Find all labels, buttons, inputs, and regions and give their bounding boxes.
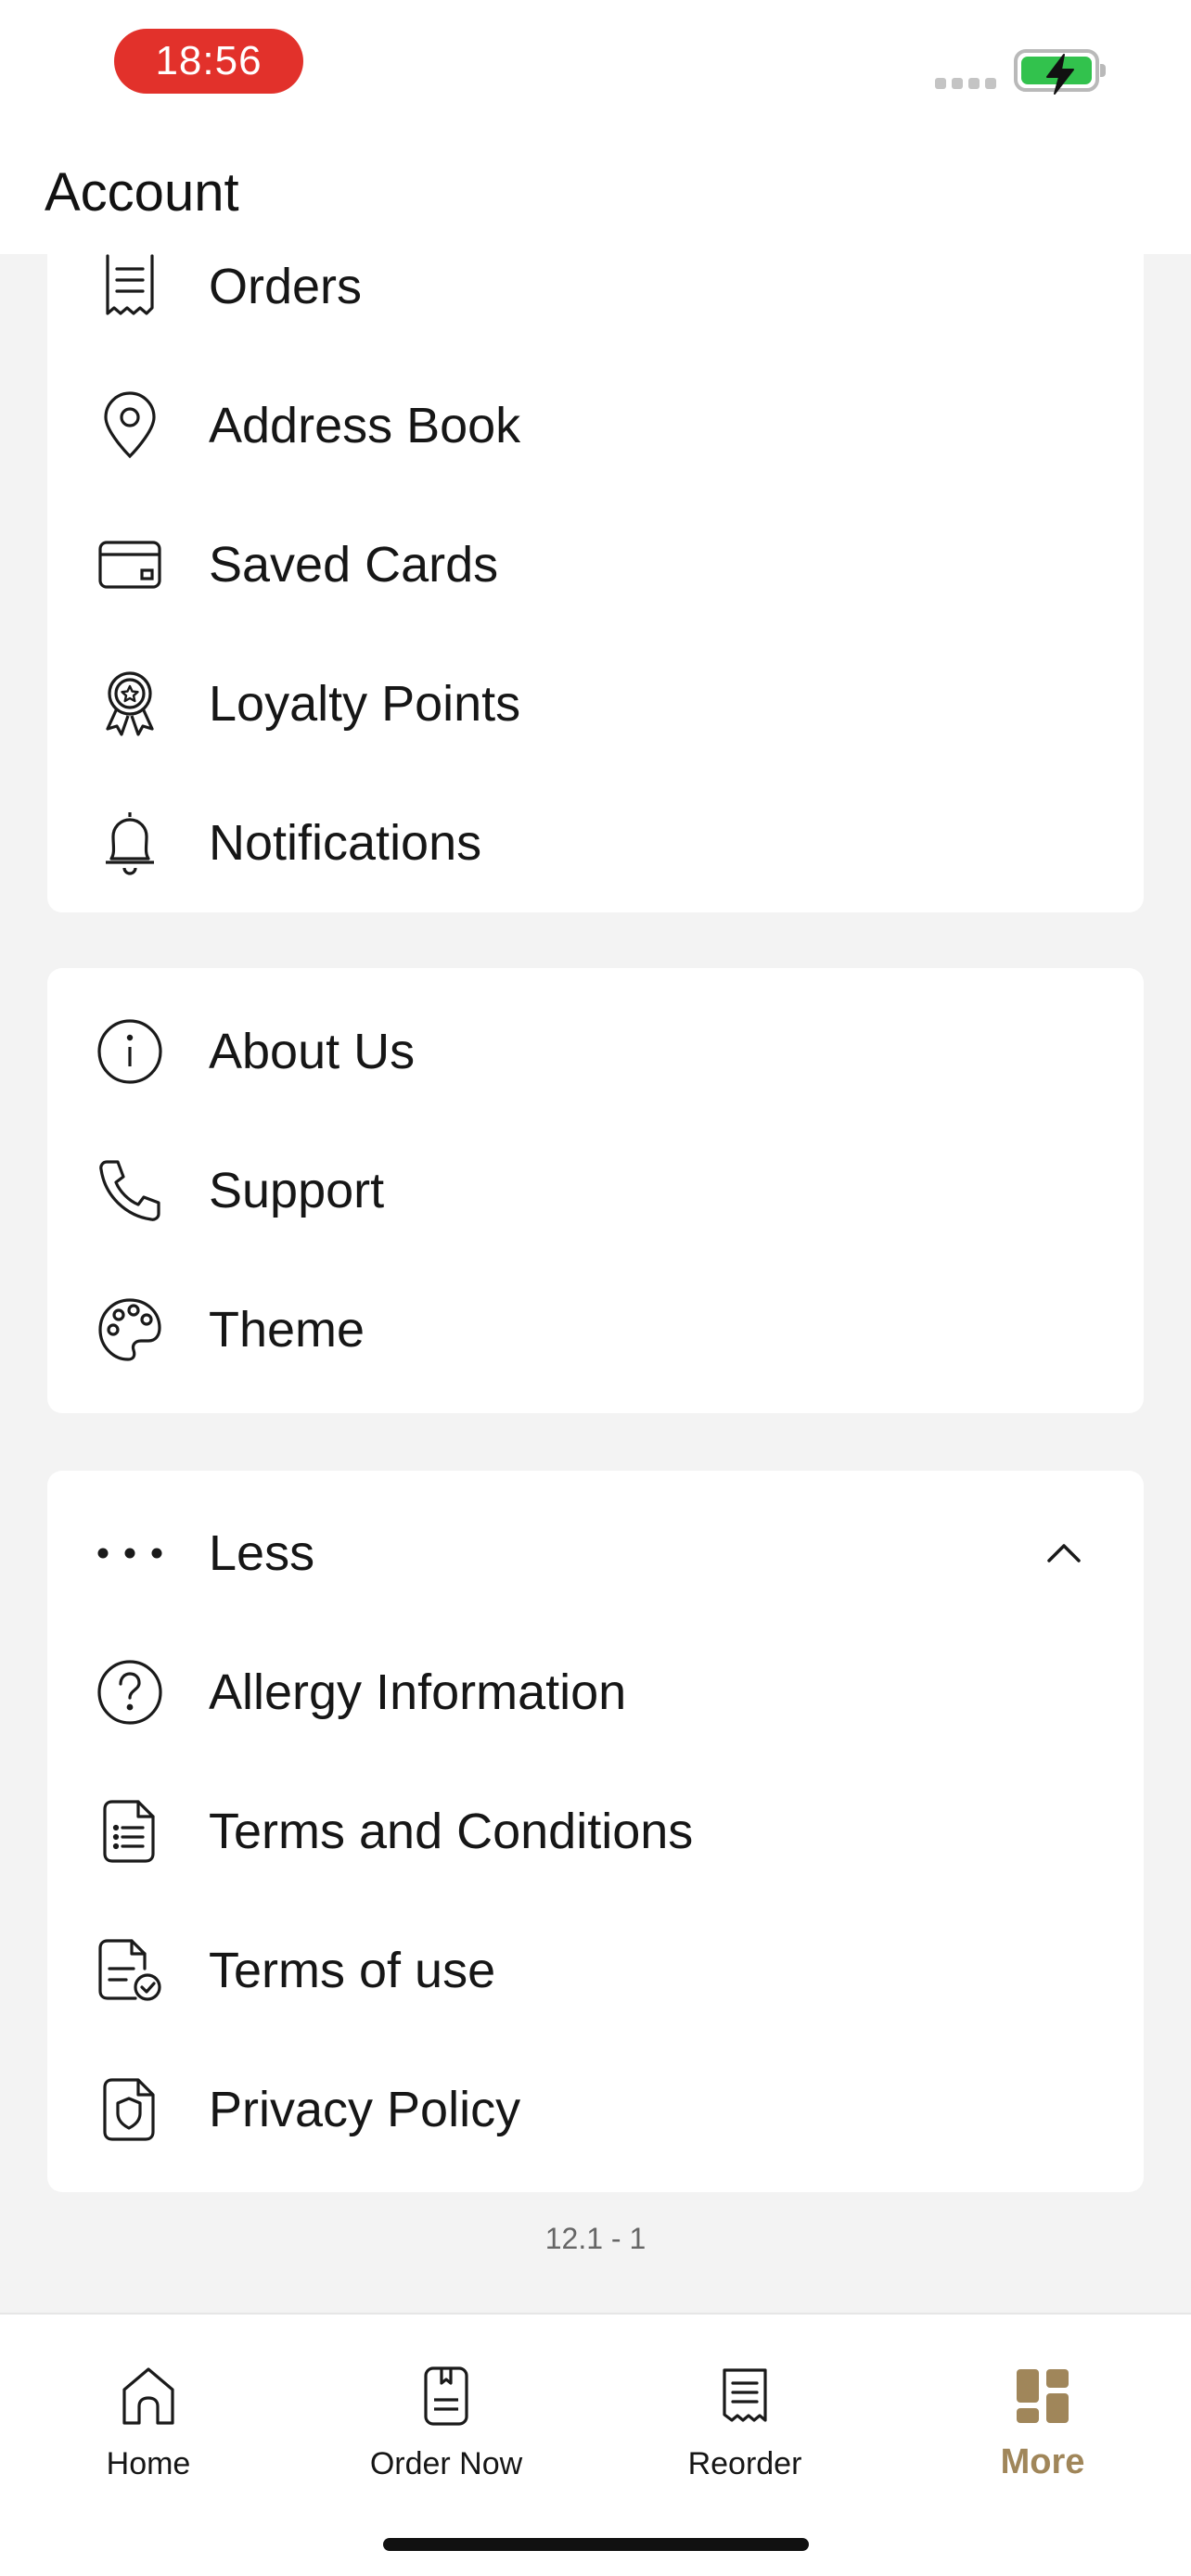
page-title: Account [45, 162, 239, 223]
order-menu-icon [326, 2359, 567, 2433]
tab-label: More [1000, 2442, 1085, 2481]
menu-item-label: Address Book [209, 398, 521, 453]
menu-item-theme[interactable]: Theme [47, 1260, 1144, 1399]
account-menu-list[interactable]: Orders Address Book Saved Cards Loyalty … [0, 254, 1191, 2313]
menu-item-less-toggle[interactable]: Less [47, 1484, 1144, 1623]
status-bar: 18:56 [0, 0, 1191, 139]
tab-more[interactable]: More [922, 2359, 1163, 2498]
tab-label: Reorder [687, 2446, 802, 2481]
chevron-up-icon [1044, 1533, 1084, 1574]
palette-icon [96, 1295, 164, 1364]
grid-icon [922, 2359, 1163, 2433]
menu-item-allergy-information[interactable]: Allergy Information [47, 1623, 1144, 1762]
menu-item-saved-cards[interactable]: Saved Cards [47, 495, 1144, 634]
battery-icon [1014, 49, 1106, 95]
tab-order-now[interactable]: Order Now [326, 2359, 567, 2498]
menu-item-label: Privacy Policy [209, 2082, 521, 2137]
menu-item-terms-and-conditions[interactable]: Terms and Conditions [47, 1762, 1144, 1901]
phone-icon [96, 1156, 164, 1225]
home-icon [28, 2359, 269, 2433]
menu-item-label: Terms and Conditions [209, 1804, 694, 1859]
menu-item-label: Theme [209, 1302, 365, 1358]
menu-item-orders[interactable]: Orders [47, 254, 1144, 356]
menu-item-support[interactable]: Support [47, 1121, 1144, 1260]
award-ribbon-icon [96, 670, 164, 738]
receipt-icon [96, 254, 164, 321]
tab-home[interactable]: Home [28, 2359, 269, 2498]
tab-label: Order Now [369, 2446, 523, 2481]
account-section-card: Orders Address Book Saved Cards Loyalty … [47, 254, 1144, 912]
info-icon [96, 1017, 164, 1086]
menu-item-label: Terms of use [209, 1943, 496, 1998]
menu-item-notifications[interactable]: Notifications [47, 773, 1144, 912]
bottom-tab-bar: Home Order Now Reorder More [0, 2313, 1191, 2576]
menu-item-label: Loyalty Points [209, 676, 521, 732]
menu-item-label: Allergy Information [209, 1664, 627, 1720]
shield-document-icon [96, 2075, 164, 2144]
menu-item-label: Less [209, 1525, 315, 1581]
status-time: 18:56 [114, 29, 303, 94]
question-circle-icon [96, 1658, 164, 1727]
home-indicator [383, 2538, 809, 2551]
info-section-card: About Us Support Theme [47, 968, 1144, 1413]
reorder-receipt-icon [624, 2359, 865, 2433]
tab-reorder[interactable]: Reorder [624, 2359, 865, 2498]
app-version: 12.1 - 1 [544, 2222, 647, 2255]
bell-icon [96, 809, 164, 877]
menu-item-label: Support [209, 1163, 385, 1218]
more-dots-icon [96, 1519, 164, 1588]
document-list-icon [96, 1797, 164, 1866]
menu-item-label: Notifications [209, 815, 482, 871]
credit-card-icon [96, 530, 164, 599]
menu-item-label: Orders [209, 259, 363, 314]
menu-item-label: About Us [209, 1024, 416, 1079]
menu-item-address-book[interactable]: Address Book [47, 356, 1144, 495]
cellular-signal-icon [935, 78, 996, 89]
menu-item-terms-of-use[interactable]: Terms of use [47, 1901, 1144, 2040]
document-check-icon [96, 1936, 164, 2005]
menu-item-about-us[interactable]: About Us [47, 982, 1144, 1121]
tab-label: Home [106, 2446, 191, 2481]
page-header: Account [0, 139, 1191, 254]
more-section-card: Less Allergy Information Terms and Condi… [47, 1471, 1144, 2192]
menu-item-label: Saved Cards [209, 537, 499, 593]
map-pin-icon [96, 391, 164, 460]
menu-item-loyalty-points[interactable]: Loyalty Points [47, 634, 1144, 773]
menu-item-privacy-policy[interactable]: Privacy Policy [47, 2040, 1144, 2179]
